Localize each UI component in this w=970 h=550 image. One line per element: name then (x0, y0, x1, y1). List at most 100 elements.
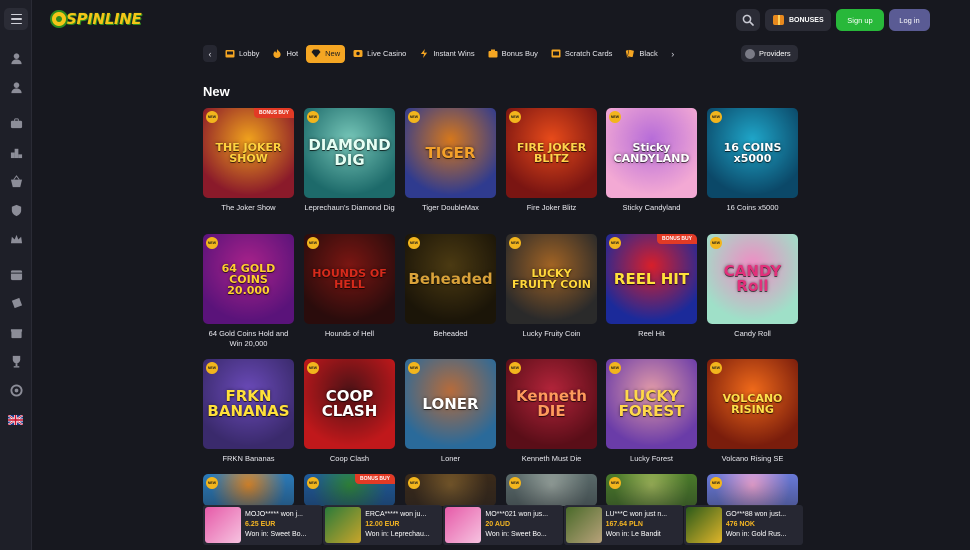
game-title[interactable]: Beheaded (405, 329, 496, 339)
game-title[interactable]: 64 Gold Coins Hold and Win 20,000 (203, 329, 294, 349)
game-tile[interactable]: NEW DIAMOND DIG Leprechaun's Diamond Dig (304, 108, 395, 213)
game-tile[interactable]: NEW FIRE JOKER BLITZ Fire Joker Blitz (506, 108, 597, 213)
nav-item-new[interactable]: New (306, 44, 346, 63)
game-tile[interactable]: NEW Sticky CANDYLAND Sticky Candyland (606, 108, 697, 213)
game-title[interactable]: Kenneth Must Die (506, 454, 597, 464)
winner-card[interactable]: GO***88 won just... 476 NOK Won in: Gold R… (683, 505, 804, 545)
game-tile[interactable]: NEW FRKN BANANAS FRKN Bananas (203, 359, 294, 464)
game-title[interactable]: Volcano Rising SE (707, 454, 798, 464)
game-thumbnail[interactable]: NEW VOLCANO RISING (707, 359, 798, 449)
game-thumbnail[interactable]: NEW 64 GOLD COINS 20.000 (203, 234, 294, 324)
game-title[interactable]: Leprechaun's Diamond Dig (304, 203, 395, 213)
game-title[interactable]: The Joker Show (203, 203, 294, 213)
game-thumbnail[interactable]: NEW FRKN BANANAS (203, 359, 294, 449)
game-title[interactable]: 16 Coins x5000 (707, 203, 798, 213)
game-thumbnail[interactable]: NEW CANDY Roll (707, 234, 798, 324)
winner-card[interactable]: MOJO***** won j... 6.25 EUR Won in: Sweet … (203, 505, 323, 545)
game-tile[interactable]: NEW LUCKY FOREST Lucky Forest (606, 359, 697, 464)
briefcase-icon[interactable] (9, 116, 23, 130)
user-icon[interactable] (9, 51, 23, 65)
nav-item-scratch-cards[interactable]: Scratch Cards (546, 45, 618, 63)
game-logo-art: COOP CLASH (321, 387, 378, 420)
game-thumbnail[interactable]: NEW HOUNDS OF HELL (304, 234, 395, 324)
sign-up-button[interactable]: Sign up (836, 9, 884, 31)
nav-item-lobby[interactable]: Lobby (220, 45, 264, 63)
nav-item-hot[interactable]: Hot (267, 45, 303, 63)
logo-coin-icon (50, 10, 68, 28)
search-button[interactable] (736, 9, 760, 31)
game-thumbnail[interactable]: NEW LUCKY FOREST (606, 359, 697, 449)
support-icon[interactable] (9, 383, 23, 397)
game-tile[interactable]: NEW BONUS BUY REEL HIT Reel Hit (606, 234, 697, 339)
game-thumbnail[interactable]: NEW TIGER (405, 108, 496, 198)
nav-prev-arrow[interactable]: ‹ (203, 45, 217, 62)
nav-item-bonus-buy[interactable]: Bonus Buy (483, 45, 543, 63)
podium-icon[interactable] (9, 145, 23, 159)
winner-game-thumbnail[interactable] (685, 507, 722, 543)
winner-game-thumbnail[interactable] (565, 507, 602, 543)
nav-item-blackjack[interactable]: Black (620, 45, 662, 63)
game-tile[interactable]: NEW LONER Loner (405, 359, 496, 464)
game-tile[interactable]: NEW Kenneth DIE Kenneth Must Die (506, 359, 597, 464)
game-tile[interactable]: NEW COOP CLASH Coop Clash (304, 359, 395, 464)
winner-user: ERCA***** won ju... (365, 511, 427, 518)
game-tile[interactable]: NEW VOLCANO RISING Volcano Rising SE (707, 359, 798, 464)
game-tile[interactable]: NEW Beheaded Beheaded (405, 234, 496, 339)
crown-icon[interactable] (9, 232, 23, 246)
game-thumbnail[interactable]: NEW FIRE JOKER BLITZ (506, 108, 597, 198)
game-title[interactable]: Fire Joker Blitz (506, 203, 597, 213)
category-nav: ‹ Lobby Hot New Live Casino Instant Wins… (203, 44, 680, 63)
winner-card[interactable]: LU***C won just n... 167.64 PLN Won in: Le… (563, 505, 683, 545)
uk-flag-icon[interactable] (8, 413, 23, 427)
game-title[interactable]: Sticky Candyland (606, 203, 697, 213)
game-thumbnail[interactable]: NEW Sticky CANDYLAND (606, 108, 697, 198)
game-thumbnail[interactable]: NEW LONER (405, 359, 496, 449)
ticket-icon[interactable] (9, 296, 23, 310)
game-thumbnail[interactable]: NEW Beheaded (405, 234, 496, 324)
trophy-icon[interactable] (9, 354, 23, 368)
game-thumbnail[interactable]: NEW LUCKY FRUITY COIN (506, 234, 597, 324)
bonuses-button[interactable]: BONUSES (765, 9, 831, 31)
gift-icon[interactable] (9, 325, 23, 339)
game-thumbnail[interactable]: NEW 16 COINS x5000 (707, 108, 798, 198)
winner-game-thumbnail[interactable] (205, 507, 241, 543)
winner-game-thumbnail[interactable] (445, 507, 482, 543)
game-thumbnail[interactable]: NEW COOP CLASH (304, 359, 395, 449)
game-tile[interactable]: NEW BONUS BUY THE JOKER SHOW The Joker Show (203, 108, 294, 213)
log-in-button[interactable]: Log in (889, 9, 930, 31)
new-badge: NEW (206, 477, 218, 489)
game-tile[interactable]: NEW 16 COINS x5000 16 Coins x5000 (707, 108, 798, 213)
account-icon[interactable] (9, 80, 23, 94)
game-thumbnail[interactable]: NEW BONUS BUY REEL HIT (606, 234, 697, 324)
game-title[interactable]: Lucky Forest (606, 454, 697, 464)
nav-next-arrow[interactable]: › (666, 45, 680, 62)
nav-item-instant-wins[interactable]: Instant Wins (414, 45, 479, 63)
game-title[interactable]: FRKN Bananas (203, 454, 294, 464)
game-title[interactable]: Loner (405, 454, 496, 464)
shield-icon[interactable] (9, 203, 23, 217)
game-title[interactable]: Reel Hit (606, 329, 697, 339)
game-tile[interactable]: NEW LUCKY FRUITY COIN Lucky Fruity Coin (506, 234, 597, 339)
game-title[interactable]: Coop Clash (304, 454, 395, 464)
game-tile[interactable]: NEW CANDY Roll Candy Roll (707, 234, 798, 339)
game-thumbnail[interactable]: NEW BONUS BUY THE JOKER SHOW (203, 108, 294, 198)
nav-item-live-casino[interactable]: Live Casino (348, 45, 411, 63)
basket-icon[interactable] (9, 174, 23, 188)
winner-card[interactable]: MO***021 won jus... 20 AUD Won in: Sweet B… (443, 505, 563, 545)
site-logo[interactable]: SPINLINE (50, 8, 142, 30)
game-title[interactable]: Hounds of Hell (304, 329, 395, 339)
game-title[interactable]: Tiger DoubleMax (405, 203, 496, 213)
providers-button[interactable]: Providers (741, 45, 798, 62)
game-thumbnail[interactable]: NEW DIAMOND DIG (304, 108, 395, 198)
game-tile[interactable]: NEW 64 GOLD COINS 20.000 64 Gold Coins Hol… (203, 234, 294, 349)
game-tile[interactable]: NEW HOUNDS OF HELL Hounds of Hell (304, 234, 395, 339)
calendar-icon[interactable] (9, 267, 23, 281)
diamond-icon (311, 49, 321, 58)
game-title[interactable]: Candy Roll (707, 329, 798, 339)
game-title[interactable]: Lucky Fruity Coin (506, 329, 597, 339)
winner-card[interactable]: ERCA***** won ju... 12.00 EUR Won in: Lepr… (323, 505, 443, 545)
game-tile[interactable]: NEW TIGER Tiger DoubleMax (405, 108, 496, 213)
game-thumbnail[interactable]: NEW Kenneth DIE (506, 359, 597, 449)
winner-game-thumbnail[interactable] (325, 507, 362, 543)
hamburger-menu-button[interactable] (4, 8, 28, 30)
